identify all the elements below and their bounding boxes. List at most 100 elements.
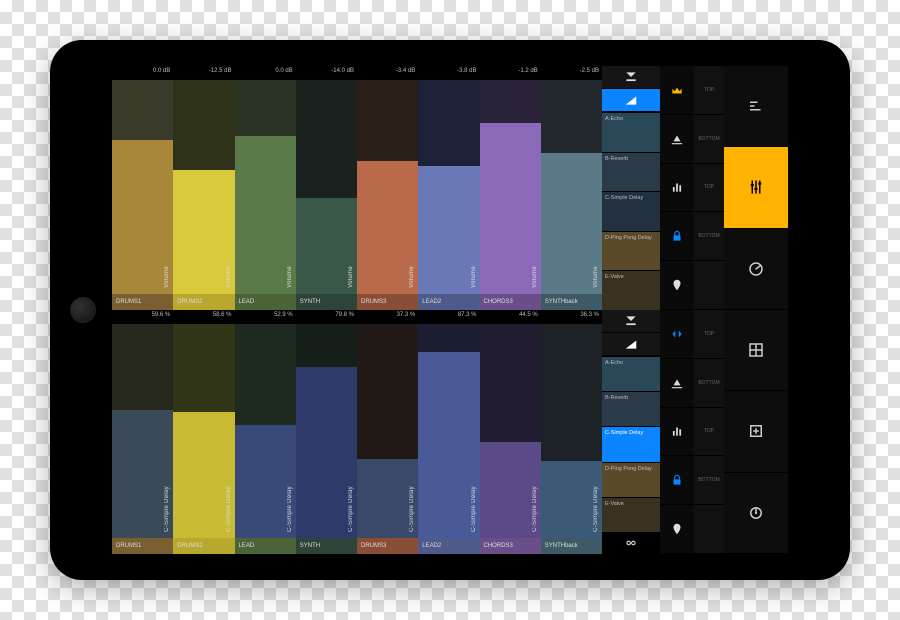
bars-icon[interactable] xyxy=(660,164,694,213)
fx-item[interactable]: E-Valve xyxy=(602,497,660,532)
dial-icon[interactable] xyxy=(724,473,788,554)
position-label[interactable]: TOP xyxy=(694,164,724,213)
track-value: 58.6 % xyxy=(173,310,234,324)
sliders-mini-icon[interactable] xyxy=(724,66,788,147)
pin-icon[interactable] xyxy=(660,505,694,554)
crown-icon[interactable] xyxy=(660,66,694,115)
fx-item[interactable]: D-Ping Pong Delay xyxy=(602,462,660,497)
fx-item[interactable]: C-Simple Delay xyxy=(602,191,660,231)
track-name[interactable]: DRUMS2 xyxy=(173,538,234,554)
track-value: -1.2 dB xyxy=(480,66,541,80)
param-label: Volume xyxy=(164,266,170,288)
fx-item[interactable]: B-Reverb xyxy=(602,152,660,192)
position-label[interactable]: BOTTOM xyxy=(694,456,724,505)
param-label: Volume xyxy=(593,266,599,288)
position-label[interactable] xyxy=(694,261,724,310)
triangle-line-icon[interactable] xyxy=(660,359,694,408)
triangle-line-icon[interactable] xyxy=(660,115,694,164)
bars-icon[interactable] xyxy=(660,408,694,457)
position-label[interactable]: BOTTOM xyxy=(694,115,724,164)
mixer-track[interactable]: C-Simple DelayDRUMS2 xyxy=(173,324,234,554)
position-label[interactable]: TOP xyxy=(694,310,724,359)
plus-box-icon[interactable] xyxy=(724,391,788,472)
track-name[interactable]: DRUMS3 xyxy=(357,538,418,554)
ramp-icon[interactable] xyxy=(602,89,660,111)
circles-icon[interactable] xyxy=(602,532,660,554)
track-name[interactable]: CHORDS3 xyxy=(480,538,541,554)
track-value: 79.8 % xyxy=(296,310,357,324)
mixer-track[interactable]: Volume LEAD xyxy=(235,80,296,310)
mixer-track[interactable]: Volume CHORDS3 xyxy=(480,80,541,310)
param-label: C-Simple Delay xyxy=(348,486,354,532)
track-value: -12.5 dB xyxy=(173,66,234,80)
param-label: C-Simple Delay xyxy=(287,486,293,532)
mixer-track[interactable]: C-Simple DelaySYNTHback xyxy=(541,324,602,554)
mute-icon[interactable] xyxy=(602,66,660,88)
lock-icon[interactable] xyxy=(660,456,694,505)
mixer-track[interactable]: VolumeLEAD2 xyxy=(418,80,479,310)
track-name[interactable]: SYNTH xyxy=(296,294,357,310)
track-value: -3.4 dB xyxy=(357,66,418,80)
lock-icon[interactable] xyxy=(660,212,694,261)
track-name[interactable]: SYNTHback xyxy=(541,294,602,310)
expand-icon[interactable] xyxy=(660,310,694,359)
position-label[interactable]: BOTTOM xyxy=(694,212,724,261)
position-label[interactable] xyxy=(694,505,724,554)
param-label: C-Simple Delay xyxy=(532,486,538,532)
track-value: 87.3 % xyxy=(418,310,479,324)
track-name[interactable]: DRUMS2 xyxy=(173,294,234,310)
mixer-track[interactable]: C-Simple Delay LEAD xyxy=(235,324,296,554)
track-name[interactable]: LEAD xyxy=(235,294,296,310)
track-value: 52.9 % xyxy=(235,310,296,324)
mixer-track[interactable]: Volume SYNTHback xyxy=(541,80,602,310)
track-value: 59.6 % xyxy=(112,310,173,324)
mixer-track[interactable]: C-Simple Delay CHORDS3 xyxy=(480,324,541,554)
position-label[interactable]: TOP xyxy=(694,66,724,115)
param-label: Volume xyxy=(226,266,232,288)
param-label: C-Simple Delay xyxy=(471,486,477,532)
faders-icon[interactable] xyxy=(724,147,788,228)
track-name[interactable]: LEAD2 xyxy=(418,294,479,310)
track-name[interactable]: SYNTH xyxy=(296,538,357,554)
mixer-track[interactable]: C-Simple Delay SYNTH xyxy=(296,324,357,554)
track-name[interactable]: DRUMS1 xyxy=(112,294,173,310)
param-label: Volume xyxy=(532,266,538,288)
track-name[interactable]: LEAD2 xyxy=(418,538,479,554)
grid-icon[interactable] xyxy=(724,310,788,391)
track-value: 0.0 dB xyxy=(112,66,173,80)
ramp-icon[interactable] xyxy=(602,333,660,355)
pin-icon[interactable] xyxy=(660,261,694,310)
mixer-track[interactable]: Volume DRUMS2 xyxy=(173,80,234,310)
track-name[interactable]: LEAD xyxy=(235,538,296,554)
fx-item[interactable]: B-Reverb xyxy=(602,391,660,426)
mixer-track[interactable]: Volume DRUMS3 xyxy=(357,80,418,310)
fx-item[interactable]: C-Simple Delay xyxy=(602,426,660,461)
fx-item[interactable]: A-Echo xyxy=(602,112,660,152)
mixer-track[interactable]: C-Simple DelayDRUMS1 xyxy=(112,324,173,554)
track-name[interactable]: DRUMS3 xyxy=(357,294,418,310)
mixer-track[interactable]: C-Simple Delay LEAD2 xyxy=(418,324,479,554)
track-name[interactable]: SYNTHback xyxy=(541,538,602,554)
param-label: Volume xyxy=(409,266,415,288)
home-button[interactable] xyxy=(70,297,96,323)
track-value: -3.8 dB xyxy=(418,66,479,80)
track-name[interactable]: CHORDS3 xyxy=(480,294,541,310)
track-value: -14.0 dB xyxy=(296,66,357,80)
fx-item[interactable]: D-Ping Pong Delay xyxy=(602,231,660,271)
mute-icon[interactable] xyxy=(602,310,660,332)
gauge-icon[interactable] xyxy=(724,229,788,310)
app-screen: 0.0 dB-12.5 dB0.0 dB-14.0 dB-3.4 dB-3.8 … xyxy=(112,66,788,554)
mixer-track[interactable]: C-Simple DelayDRUMS3 xyxy=(357,324,418,554)
position-label[interactable]: TOP xyxy=(694,408,724,457)
track-value: 37.3 % xyxy=(357,310,418,324)
param-label: Volume xyxy=(287,266,293,288)
track-value: -2.5 dB xyxy=(541,66,602,80)
fx-item[interactable]: A-Echo xyxy=(602,356,660,391)
mixer-track[interactable]: Volume DRUMS1 xyxy=(112,80,173,310)
mixer-track[interactable]: Volume SYNTH xyxy=(296,80,357,310)
track-name[interactable]: DRUMS1 xyxy=(112,538,173,554)
position-label[interactable]: BOTTOM xyxy=(694,359,724,408)
param-label: Volume xyxy=(348,266,354,288)
track-value: 44.5 % xyxy=(480,310,541,324)
fx-item[interactable]: E-Valve xyxy=(602,270,660,310)
